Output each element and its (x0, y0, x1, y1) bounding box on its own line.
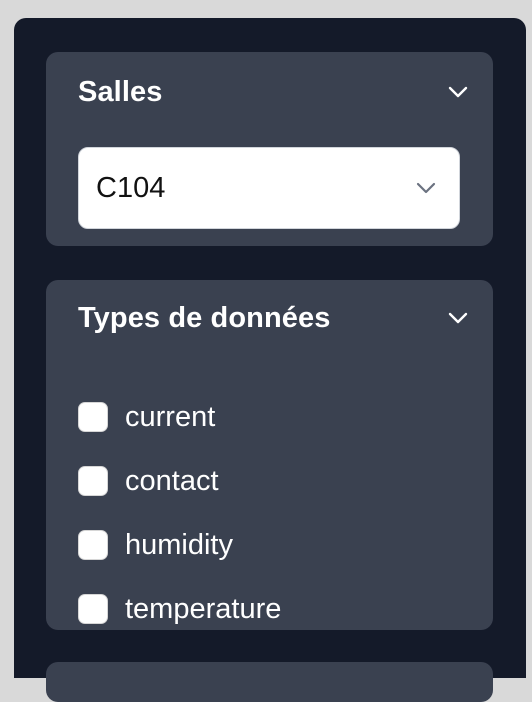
data-type-option-current[interactable]: current (78, 385, 475, 449)
option-label: contact (125, 464, 219, 497)
option-label: current (125, 400, 216, 433)
option-label: humidity (125, 528, 233, 561)
data-types-panel-title: Types de données (78, 301, 331, 334)
room-select-value: C104 (96, 171, 166, 204)
checkbox[interactable] (78, 530, 108, 560)
data-type-option-temperature[interactable]: temperature (78, 577, 475, 641)
checkbox[interactable] (78, 466, 108, 496)
rooms-panel-header[interactable]: Salles (78, 70, 469, 114)
chevron-down-icon[interactable] (447, 307, 469, 329)
data-types-list: current contact humidity temperature (78, 385, 475, 641)
filter-sidebar: Salles C104 Types de données current con… (14, 18, 526, 702)
data-type-option-contact[interactable]: contact (78, 449, 475, 513)
room-select[interactable]: C104 (78, 147, 460, 229)
rooms-panel-title: Salles (78, 75, 163, 108)
rooms-panel: Salles C104 (46, 52, 493, 246)
checkbox[interactable] (78, 402, 108, 432)
data-type-option-humidity[interactable]: humidity (78, 513, 475, 577)
option-label: temperature (125, 592, 282, 625)
chevron-down-icon[interactable] (447, 81, 469, 103)
data-types-panel: Types de données current contact humidit… (46, 280, 493, 630)
next-panel (46, 662, 493, 702)
chevron-down-icon (415, 177, 437, 199)
checkbox[interactable] (78, 594, 108, 624)
data-types-panel-header[interactable]: Types de données (78, 296, 469, 340)
